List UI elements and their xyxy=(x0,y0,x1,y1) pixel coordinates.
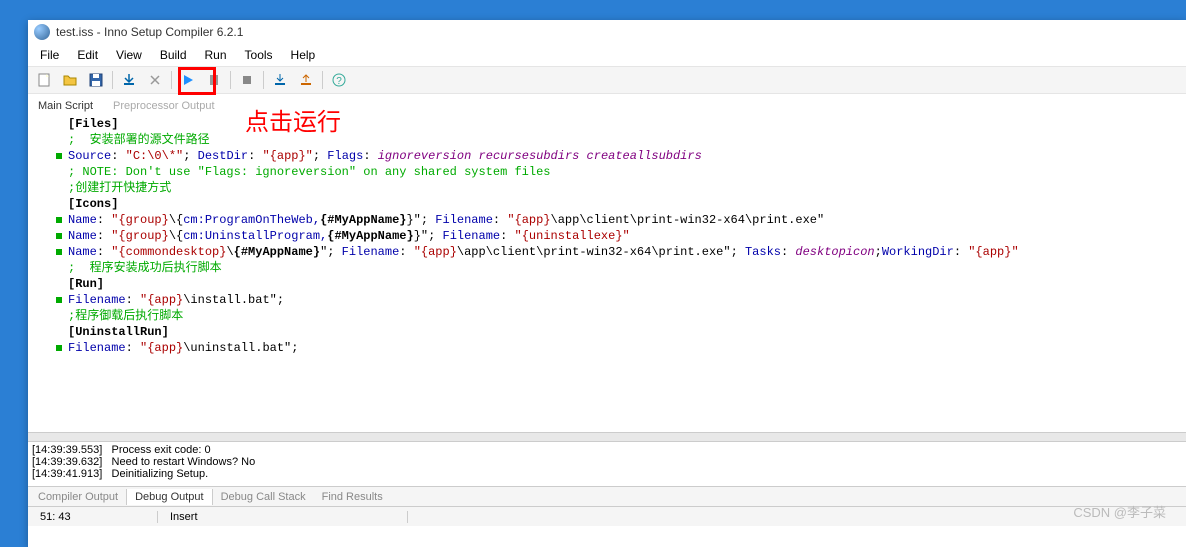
tab-debug-output[interactable]: Debug Output xyxy=(126,489,213,505)
output-timestamp: [14:39:39.553] xyxy=(32,444,102,456)
menu-help[interactable]: Help xyxy=(283,46,324,64)
tab-debug-callstack[interactable]: Debug Call Stack xyxy=(213,489,314,505)
output-message: Need to restart Windows? No xyxy=(112,456,256,468)
compile-button[interactable] xyxy=(117,68,141,92)
section-run: [Run] xyxy=(68,277,104,291)
gutter-marker-icon xyxy=(56,345,62,351)
menu-edit[interactable]: Edit xyxy=(69,46,106,64)
gutter-marker-icon xyxy=(56,297,62,303)
gutter-marker-icon xyxy=(56,233,62,239)
app-icon xyxy=(34,24,50,40)
watermark: CSDN @李子菜 xyxy=(1073,502,1166,521)
step-into-button[interactable] xyxy=(268,68,292,92)
stop-compile-button[interactable] xyxy=(143,68,167,92)
code-comment: ; NOTE: Don't use "Flags: ignoreversion"… xyxy=(68,165,550,179)
output-timestamp: [14:39:41.913] xyxy=(32,468,102,480)
annotation-callout: 点击运行 xyxy=(245,102,341,137)
tab-main-script[interactable]: Main Script xyxy=(32,98,99,114)
section-files: [Files] xyxy=(68,117,118,131)
status-insert-mode: Insert xyxy=(158,511,408,523)
menu-tools[interactable]: Tools xyxy=(237,46,281,64)
output-timestamp: [14:39:39.632] xyxy=(32,456,102,468)
step-over-button[interactable] xyxy=(294,68,318,92)
toolbar: ? xyxy=(28,66,1186,94)
statusbar: 51: 43 Insert xyxy=(28,506,1186,526)
svg-text:?: ? xyxy=(336,76,342,87)
status-cursor-position: 51: 43 xyxy=(28,511,158,523)
app-window: test.iss - Inno Setup Compiler 6.2.1 Fil… xyxy=(28,20,1186,547)
code-comment: ;程序御载后执行脚本 xyxy=(68,309,183,323)
tab-compiler-output[interactable]: Compiler Output xyxy=(30,489,126,505)
toolbar-separator xyxy=(263,71,264,89)
save-button[interactable] xyxy=(84,68,108,92)
tab-preprocessor-output[interactable]: Preprocessor Output xyxy=(107,98,221,114)
tab-find-results[interactable]: Find Results xyxy=(314,489,391,505)
toolbar-separator xyxy=(112,71,113,89)
script-tabs: Main Script Preprocessor Output xyxy=(28,94,1186,114)
code-editor[interactable]: [Files] ; 安装部署的源文件路径 Source: "C:\0\*"; D… xyxy=(28,114,1186,432)
new-button[interactable] xyxy=(32,68,56,92)
code-comment: ; 安装部署的源文件路径 xyxy=(68,133,210,147)
toolbar-separator xyxy=(230,71,231,89)
section-uninstallrun: [UninstallRun] xyxy=(68,325,169,339)
section-icons: [Icons] xyxy=(68,197,118,211)
pause-button[interactable] xyxy=(202,68,226,92)
gutter-marker-icon xyxy=(56,217,62,223)
splitter[interactable] xyxy=(28,432,1186,442)
menu-build[interactable]: Build xyxy=(152,46,195,64)
output-message: Deinitializing Setup. xyxy=(112,468,209,480)
code-comment: ; 程序安装成功后执行脚本 xyxy=(68,261,222,275)
window-title: test.iss - Inno Setup Compiler 6.2.1 xyxy=(56,25,243,39)
open-button[interactable] xyxy=(58,68,82,92)
output-message: Process exit code: 0 xyxy=(112,444,211,456)
gutter-marker-icon xyxy=(56,249,62,255)
menu-view[interactable]: View xyxy=(108,46,150,64)
menu-file[interactable]: File xyxy=(32,46,67,64)
output-tabs: Compiler Output Debug Output Debug Call … xyxy=(28,486,1186,506)
menu-run[interactable]: Run xyxy=(197,46,235,64)
menubar: File Edit View Build Run Tools Help xyxy=(28,44,1186,66)
run-button[interactable] xyxy=(176,68,200,92)
toolbar-separator xyxy=(322,71,323,89)
gutter-marker-icon xyxy=(56,153,62,159)
toolbar-separator xyxy=(171,71,172,89)
output-panel[interactable]: [14:39:39.553] Process exit code: 0 [14:… xyxy=(28,442,1186,486)
help-button[interactable]: ? xyxy=(327,68,351,92)
code-comment: ;创建打开快捷方式 xyxy=(68,181,171,195)
titlebar: test.iss - Inno Setup Compiler 6.2.1 xyxy=(28,20,1186,44)
terminate-button[interactable] xyxy=(235,68,259,92)
